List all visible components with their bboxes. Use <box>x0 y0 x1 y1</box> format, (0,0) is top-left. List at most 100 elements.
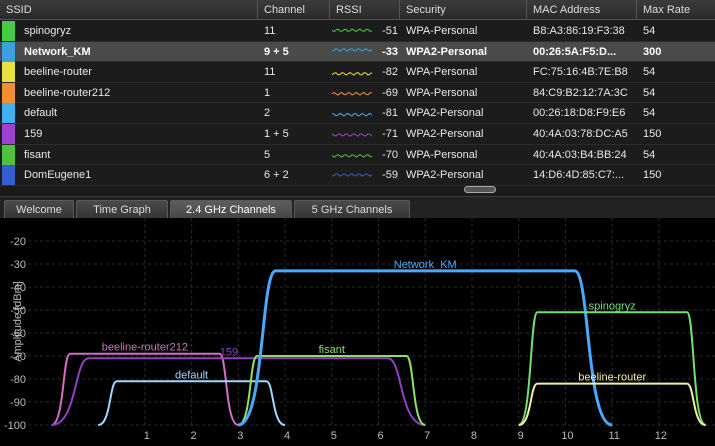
cell-rssi: -70 <box>382 148 398 161</box>
cell-ssid: beeline-router212 <box>24 86 111 99</box>
col-header-channel[interactable]: Channel <box>258 0 330 20</box>
cell-ssid: spinogryz <box>24 25 72 37</box>
network-color-swatch <box>2 165 15 186</box>
cell-ssid: 159 <box>24 128 43 140</box>
cell-rssi: -69 <box>382 86 398 99</box>
cell-max-rate: 54 <box>643 148 656 161</box>
table-row[interactable]: Network_KM 9 + 5 -33 WPA2-Personal 00:26:5A:… <box>0 41 715 63</box>
table-row[interactable]: DomEugene1 6 + 2 -59 WPA2-Personal 14:D6:4D:… <box>0 165 715 186</box>
rssi-sparkline <box>332 132 372 137</box>
cell-mac-address: 40:4A:03:B4:BB:24 <box>533 148 627 161</box>
network-color-swatch <box>2 62 15 83</box>
table-row[interactable]: 159 1 + 5 -71 WPA2-Personal 40:4A:03:78:DC:A… <box>0 124 715 145</box>
cell-channel: 9 + 5 <box>264 45 289 58</box>
cell-max-rate: 54 <box>643 66 656 79</box>
cell-channel: 11 <box>264 66 276 79</box>
cell-ssid: beeline-router <box>24 66 92 79</box>
series-label: beeline-router212 <box>102 342 188 354</box>
y-tick-label: -100 <box>4 420 26 432</box>
col-header-ssid[interactable]: SSID <box>0 0 258 20</box>
cell-channel: 5 <box>264 148 271 161</box>
cell-security: WPA2-Personal <box>406 107 484 120</box>
cell-ssid: DomEugene1 <box>24 169 92 182</box>
x-tick-label: 5 <box>331 430 337 442</box>
x-tick-label: 4 <box>284 430 290 442</box>
table-row[interactable]: spinogryz 11 -51 WPA-Personal B8:A3:86:19:F3… <box>0 21 715 42</box>
cell-security: WPA-Personal <box>406 66 478 79</box>
col-header-max-rate[interactable]: Max Rate <box>637 0 715 20</box>
network-color-swatch <box>2 41 15 62</box>
table-row[interactable]: beeline-router212 1 -69 WPA-Personal 84:C9:B… <box>0 82 715 104</box>
network-color-swatch <box>2 103 15 124</box>
x-tick-label: 7 <box>424 430 430 442</box>
cell-security: WPA-Personal <box>406 25 478 37</box>
cell-ssid: default <box>24 107 58 120</box>
cell-security: WPA2-Personal <box>406 45 488 58</box>
x-tick-label: 10 <box>561 430 573 442</box>
network-color-swatch <box>2 124 15 144</box>
cell-mac-address: 84:C9:B2:12:7A:3C <box>533 86 628 99</box>
cell-channel: 11 <box>264 25 276 37</box>
series-curve-fisant <box>237 355 426 426</box>
cell-channel: 6 + 2 <box>264 169 289 182</box>
cell-mac-address: 00:26:5A:F5:D... <box>533 45 617 58</box>
cell-rssi: -51 <box>382 25 398 37</box>
channel-graph: -20 -30 -40 -50 -60 -70 -80 -90 -100 1 2 3 4 5 6 7 8 9 10 1… <box>0 218 715 446</box>
cell-security: WPA-Personal <box>406 148 478 161</box>
cell-rssi: -33 <box>382 45 398 58</box>
series-label: spinogryz <box>589 300 636 312</box>
table-row[interactable]: default 2 -81 WPA2-Personal 00:26:18:D8:F9:E… <box>0 103 715 124</box>
y-axis-label: Amplitude [dBm] <box>12 281 24 362</box>
y-tick-label: -90 <box>10 397 26 409</box>
x-tick-label: 2 <box>191 430 197 442</box>
rssi-sparkline <box>332 28 372 33</box>
series-label: Network_KM <box>394 259 457 271</box>
cell-security: WPA-Personal <box>406 86 478 99</box>
cell-max-rate: 150 <box>643 128 662 140</box>
tab-bar: Welcome Time Graph 2.4 GHz Channels 5 GH… <box>0 196 715 219</box>
x-tick-label: 1 <box>144 430 150 442</box>
tab-time-graph[interactable]: Time Graph <box>76 200 168 219</box>
x-tick-label: 12 <box>655 430 667 442</box>
series-label: fisant <box>319 344 345 356</box>
tab-5-ghz-channels[interactable]: 5 GHz Channels <box>294 200 410 219</box>
col-header-rssi[interactable]: RSSI <box>330 0 400 20</box>
cell-rssi: -81 <box>382 107 398 120</box>
y-tick-label: -30 <box>10 259 26 271</box>
cell-max-rate: 54 <box>643 86 656 99</box>
x-tick-label: 3 <box>237 430 243 442</box>
series-label: beeline-router <box>578 372 646 384</box>
cell-mac-address: 14:D6:4D:85:C7:... <box>533 169 625 182</box>
rssi-sparkline <box>332 173 372 178</box>
rssi-sparkline <box>332 153 372 158</box>
rssi-sparkline <box>332 72 372 76</box>
y-tick-label: -80 <box>10 374 26 386</box>
cell-rssi: -59 <box>382 169 398 182</box>
network-color-swatch <box>2 82 15 103</box>
x-tick-label: 11 <box>608 430 619 442</box>
scroll-handle[interactable] <box>464 186 496 193</box>
tab-welcome[interactable]: Welcome <box>4 200 74 219</box>
cell-channel: 1 <box>264 86 271 99</box>
col-header-security[interactable]: Security <box>400 0 527 20</box>
rssi-sparkline <box>332 91 372 96</box>
y-tick-label: -20 <box>10 236 26 248</box>
cell-channel: 2 <box>264 107 271 120</box>
col-header-mac[interactable]: MAC Address <box>527 0 637 20</box>
cell-security: WPA2-Personal <box>406 169 484 182</box>
cell-rssi: -82 <box>382 66 398 79</box>
cell-mac-address: FC:75:16:4B:7E:B8 <box>533 66 628 79</box>
networks-table: SSID Channel RSSI Security MAC Address M… <box>0 0 715 186</box>
x-tick-label: 6 <box>377 430 383 442</box>
cell-rssi: -71 <box>382 128 398 140</box>
cell-ssid: Network_KM <box>24 45 91 58</box>
series-label: 159 <box>220 346 238 358</box>
cell-security: WPA2-Personal <box>406 128 484 140</box>
table-row[interactable]: beeline-router 11 -82 WPA-Personal FC:75:16:… <box>0 62 715 83</box>
cell-max-rate: 150 <box>643 169 662 182</box>
cell-mac-address: 40:4A:03:78:DC:A5 <box>533 128 628 140</box>
cell-max-rate: 300 <box>643 45 662 58</box>
cell-max-rate: 54 <box>643 25 656 37</box>
tab-2-4-ghz-channels[interactable]: 2.4 GHz Channels <box>170 200 292 219</box>
table-row[interactable]: fisant 5 -70 WPA-Personal 40:4A:03:B4:BB:24 5… <box>0 144 715 166</box>
